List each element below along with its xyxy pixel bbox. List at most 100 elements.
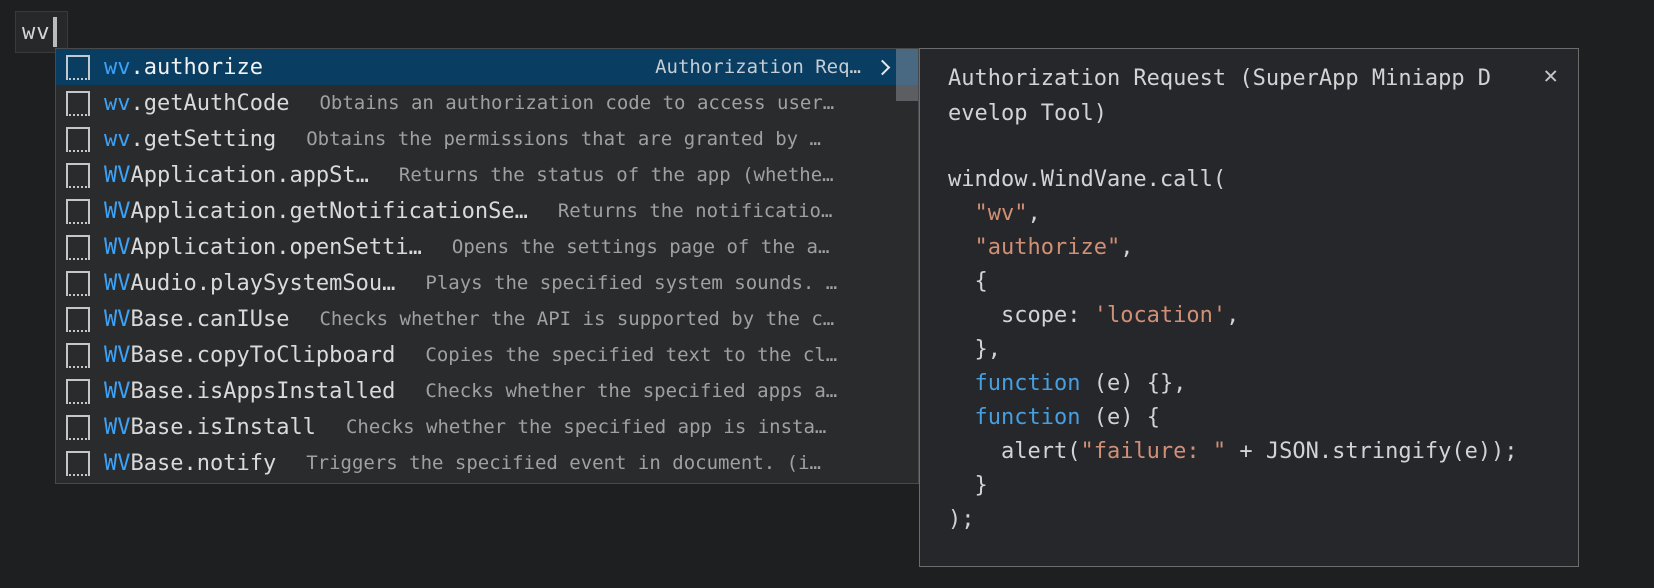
label-rest: Base.isInstall: [130, 414, 316, 440]
code-token: "failure: ": [1080, 439, 1227, 464]
suggestion-label: wv.getSetting: [104, 127, 276, 152]
suggestion-label: WVBase.copyToClipboard: [104, 343, 395, 368]
suggestion-label: WVApplication.appSt…: [104, 163, 369, 188]
code-editor-screen: wv wv.authorize Authorization Req… wv.getA…: [0, 0, 1654, 588]
label-rest: .getSetting: [130, 126, 277, 152]
suggest-widget: wv.authorize Authorization Req… wv.getAuth…: [55, 48, 919, 484]
label-rest: Base.notify: [130, 450, 277, 476]
suggestion-row[interactable]: WVBase.isAppsInstalled Checks whether the…: [56, 373, 918, 409]
suggestion-label: WVAudio.playSystemSou…: [104, 271, 395, 296]
snippet-icon: [66, 270, 90, 296]
matched-prefix: wv: [104, 54, 131, 80]
suggestion-row[interactable]: WVBase.isInstall Checks whether the speci…: [56, 409, 918, 445]
text-cursor: [52, 17, 57, 47]
suggestion-row[interactable]: WVAudio.playSystemSou… Plays the specifie…: [56, 265, 918, 301]
label-rest: Audio.playSystemSou…: [130, 270, 396, 296]
code-token: window.WindVane.call(: [948, 167, 1227, 192]
suggestion-detail: Opens the settings page of the a…: [451, 236, 830, 258]
code-line: },: [948, 333, 1518, 367]
matched-prefix: WV: [104, 378, 131, 404]
code-line: function (e) {},: [948, 367, 1518, 401]
docs-title: Authorization Request (SuperApp Miniapp …: [948, 66, 1492, 126]
suggestion-row[interactable]: WVBase.canIUse Checks whether the API is …: [56, 301, 918, 337]
snippet-icon: [66, 414, 90, 440]
code-line: window.WindVane.call(: [948, 163, 1518, 197]
suggestion-detail: Returns the notificatio…: [557, 200, 833, 222]
suggestion-row[interactable]: wv.authorize Authorization Req…: [56, 49, 918, 85]
suggestion-detail: Copies the specified text to the cl…: [425, 344, 838, 366]
suggestion-label: WVApplication.getNotificationSe…: [104, 199, 528, 224]
label-rest: Base.isAppsInstalled: [130, 378, 396, 404]
suggestion-label: WVBase.notify: [104, 451, 276, 476]
typed-text: wv: [22, 19, 51, 45]
label-rest: .authorize: [130, 54, 263, 80]
matched-prefix: WV: [104, 306, 131, 332]
snippet-icon: [66, 306, 90, 332]
matched-prefix: WV: [104, 198, 131, 224]
suggestion-row[interactable]: wv.getAuthCode Obtains an authorization c…: [56, 85, 918, 121]
snippet-icon: [66, 54, 90, 80]
snippet-icon: [66, 126, 90, 152]
code-line: "wv",: [948, 197, 1518, 231]
expand-details-control[interactable]: [874, 59, 891, 75]
code-token: alert(: [948, 439, 1081, 464]
code-token: ,: [1226, 303, 1240, 328]
code-token: ,: [1120, 235, 1134, 260]
suggestion-label: WVBase.canIUse: [104, 307, 289, 332]
suggestion-row[interactable]: WVBase.notify Triggers the specified even…: [56, 445, 918, 481]
code-token: }: [948, 473, 988, 498]
code-token: function: [974, 405, 1081, 430]
suggestion-detail: Checks whether the API is supported by t…: [319, 308, 835, 330]
docs-code-block: window.WindVane.call( "wv", "authorize",…: [948, 163, 1518, 537]
suggest-scrollbar-thumb[interactable]: [896, 49, 918, 101]
code-line: scope: 'location',: [948, 299, 1518, 333]
label-rest: Application.appSt…: [130, 162, 369, 188]
snippet-icon: [66, 90, 90, 116]
snippet-icon: [66, 198, 90, 224]
suggestion-row[interactable]: WVBase.copyToClipboard Copies the specifi…: [56, 337, 918, 373]
suggestion-detail: Checks whether the specified app is inst…: [345, 416, 827, 438]
suggestion-detail: Obtains an authorization code to access …: [319, 92, 835, 114]
matched-prefix: WV: [104, 414, 131, 440]
editor-active-line[interactable]: wv: [15, 11, 68, 53]
code-token: "authorize": [974, 235, 1121, 260]
matched-prefix: WV: [104, 450, 131, 476]
code-line: alert("failure: " + JSON.stringify(e));: [948, 435, 1518, 469]
close-icon[interactable]: ✕: [1544, 63, 1558, 87]
suggest-docs-panel: Authorization Request (SuperApp Miniapp …: [919, 48, 1579, 567]
suggestion-label: WVBase.isInstall: [104, 415, 316, 440]
suggestion-detail: Plays the specified system sounds. …: [425, 272, 838, 294]
suggestion-detail: Returns the status of the app (whethe…: [398, 164, 834, 186]
label-rest: Application.openSetti…: [130, 234, 422, 260]
code-token: + JSON.stringify(e));: [1226, 439, 1518, 464]
snippet-icon: [66, 450, 90, 476]
suggestion-row[interactable]: wv.getSetting Obtains the permissions tha…: [56, 121, 918, 157]
label-rest: .getAuthCode: [130, 90, 290, 116]
code-token: 'location': [1093, 303, 1227, 328]
suggestion-detail: Checks whether the specified apps a…: [425, 380, 838, 402]
suggestion-label: wv.getAuthCode: [104, 91, 289, 116]
suggestion-row[interactable]: WVApplication.appSt… Returns the status o…: [56, 157, 918, 193]
code-line: function (e) {: [948, 401, 1518, 435]
code-token: ,: [1027, 201, 1041, 226]
code-line: );: [948, 503, 1518, 537]
code-token: (e) {},: [1080, 371, 1187, 396]
suggestion-row[interactable]: WVApplication.openSetti… Opens the settin…: [56, 229, 918, 265]
code-token: );: [948, 507, 975, 532]
matched-prefix: WV: [104, 270, 131, 296]
matched-prefix: WV: [104, 234, 131, 260]
label-rest: Base.copyToClipboard: [130, 342, 396, 368]
suggestion-row[interactable]: WVApplication.getNotificationSe… Returns …: [56, 193, 918, 229]
snippet-icon: [66, 234, 90, 260]
code-token: "wv": [974, 201, 1028, 226]
matched-prefix: wv: [104, 126, 131, 152]
suggest-list: wv.authorize Authorization Req… wv.getAuth…: [56, 49, 918, 481]
snippet-icon: [66, 162, 90, 188]
suggestion-detail: Authorization Req…: [655, 56, 861, 78]
label-rest: Base.canIUse: [130, 306, 290, 332]
suggestion-label: WVApplication.openSetti…: [104, 235, 422, 260]
